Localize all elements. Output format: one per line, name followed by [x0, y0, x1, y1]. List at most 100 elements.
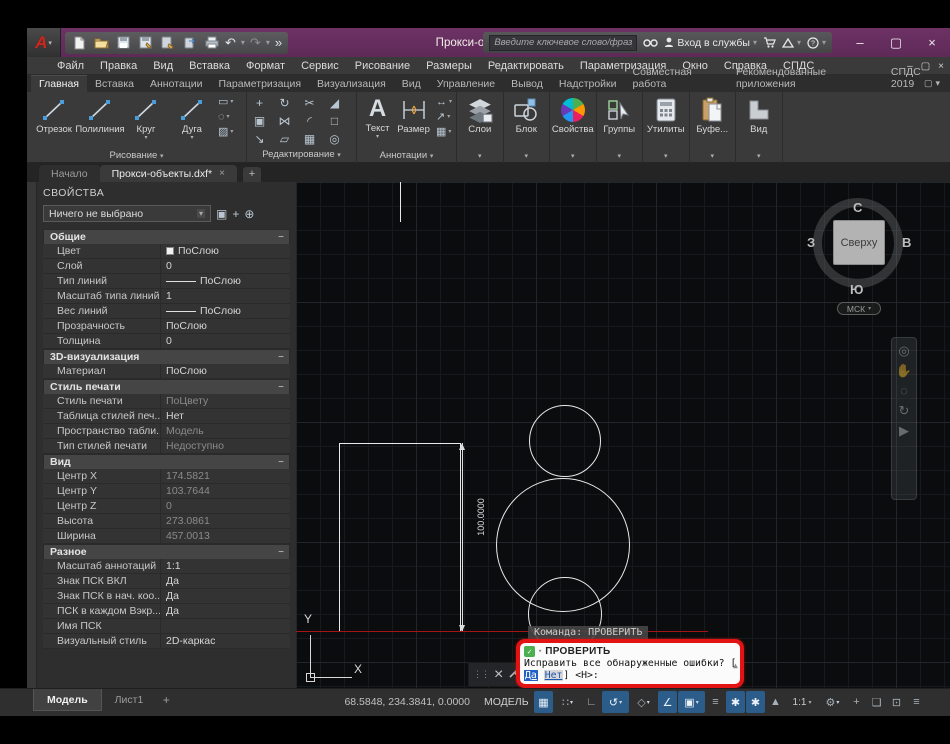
toolbar-more-icon[interactable]: » — [275, 35, 282, 51]
sign-in-button[interactable]: Вход в службы ▾ — [664, 37, 757, 49]
option-no[interactable]: Нет — [543, 670, 564, 681]
block-panel-button[interactable]: Блок ▾ — [504, 92, 550, 163]
hatch-tool-icon[interactable]: ▨ ▾ — [218, 126, 233, 139]
viewcube-south[interactable]: Ю — [850, 282, 863, 297]
help-icon[interactable]: ? ▾ — [807, 36, 826, 49]
chevron-down-icon[interactable]: ▾ — [538, 647, 542, 655]
explode-tool-icon[interactable]: □ — [331, 114, 338, 128]
utilities-panel-button[interactable]: Утилиты ▾ — [643, 92, 690, 163]
polyline-tool[interactable]: Полилиния ▾ — [75, 96, 125, 141]
property-row[interactable]: Высота 273.0861 — [43, 514, 290, 529]
ribbon-tab[interactable]: Параметризация — [211, 76, 310, 92]
menu-item[interactable]: Правка — [92, 57, 145, 75]
app-menu-button[interactable]: A ▾ — [27, 28, 61, 57]
ribbon-tab[interactable]: Визуализация — [309, 76, 394, 92]
isodraft-icon[interactable]: ◇ ▾ — [630, 691, 657, 713]
scale-tool-icon[interactable]: ▱ — [280, 132, 289, 146]
save-as-icon[interactable] — [137, 35, 154, 51]
print-icon[interactable] — [203, 35, 220, 51]
circle-tool[interactable]: Круг ▾ — [123, 96, 169, 141]
property-row[interactable]: Знак ПСК в нач. коо... Да — [43, 589, 290, 604]
property-row[interactable]: Толщина 0 — [43, 334, 290, 349]
annotation-scale-flag-icon[interactable]: ▲ ▾ — [766, 691, 785, 713]
redo-icon[interactable]: ↷ — [250, 35, 261, 51]
ribbon-tab[interactable]: Вставка — [87, 76, 142, 92]
table-icon[interactable]: ▦ ▾ — [436, 126, 452, 139]
viewcube-north[interactable]: С — [853, 200, 862, 215]
dimension-style-icon[interactable]: ↔ ▾ — [436, 96, 452, 109]
select-objects-icon[interactable]: + — [232, 207, 239, 221]
viewcube-west[interactable]: З — [807, 235, 815, 250]
quick-select-icon[interactable]: ⊕ — [244, 207, 254, 221]
groups-panel-button[interactable]: Группы ▾ — [597, 92, 643, 163]
file-tab-start[interactable]: Начало — [39, 165, 100, 182]
erase-tool-icon[interactable]: ◢ — [330, 96, 339, 110]
snap-mode-icon[interactable]: ∷ ▾ — [554, 691, 581, 713]
file-tab-active[interactable]: Прокси-объекты.dxf* × — [99, 165, 237, 182]
property-row[interactable]: Центр X 174.5821 — [43, 469, 290, 484]
property-row[interactable]: Имя ПСК — [43, 619, 290, 634]
clipboard-panel-button[interactable]: Буфе... ▾ — [690, 92, 736, 163]
zoom-icon[interactable]: ◌ — [900, 384, 908, 398]
object-snap-icon[interactable]: ▣ ▾ — [678, 691, 705, 713]
show-motion-icon[interactable]: ▶ — [899, 424, 909, 438]
panel-title-edit[interactable]: Редактирование ▾ — [247, 148, 356, 162]
offset-tool-icon[interactable]: ◎ — [329, 132, 339, 146]
rotate-tool-icon[interactable]: ↻ — [279, 96, 289, 110]
drawn-rectangle[interactable] — [339, 443, 461, 632]
property-row[interactable]: Стиль печати ПоЦвету — [43, 394, 290, 409]
mirror-tool-icon[interactable]: ⋈ — [279, 114, 291, 128]
copy-tool-icon[interactable]: ▣ — [254, 114, 265, 128]
polar-tracking-icon[interactable]: ↺ ▾ — [602, 691, 629, 713]
property-row[interactable]: Прозрачность ПоСлою — [43, 319, 290, 334]
ellipse-tool-icon[interactable]: ◌ ▾ — [218, 111, 233, 124]
app-store-cart-icon[interactable] — [763, 37, 776, 48]
properties-panel-button[interactable]: Свойства ▾ — [550, 92, 597, 163]
ribbon-tab[interactable]: Главная — [31, 75, 87, 92]
ribbon-tab[interactable]: Вид — [394, 76, 429, 92]
move-tool-icon[interactable]: + — [256, 96, 263, 110]
property-row[interactable]: ПСК в каждом Вэкр... Да — [43, 604, 290, 619]
ortho-mode-icon[interactable]: ∟ ▾ — [582, 691, 601, 713]
menu-item[interactable]: Рисование — [347, 57, 418, 75]
layers-panel-button[interactable]: Слои ▾ — [457, 92, 504, 163]
property-row[interactable]: Тип стилей печати Недоступно — [43, 439, 290, 454]
new-layout-button[interactable]: + — [156, 689, 176, 711]
palette-grip[interactable] — [27, 182, 37, 688]
ribbon-display-toggle[interactable]: ▢ ▾ — [924, 78, 940, 89]
property-row[interactable]: Материал ПоСлою — [43, 364, 290, 379]
command-check-icon[interactable]: ✓ — [524, 645, 535, 657]
menu-item[interactable]: Вставка — [181, 57, 238, 75]
property-row[interactable]: Центр Z 0 — [43, 499, 290, 514]
property-row[interactable]: Центр Y 103.7644 — [43, 484, 290, 499]
property-row[interactable]: Ширина 457.0013 — [43, 529, 290, 544]
open-file-icon[interactable] — [93, 35, 110, 51]
chevron-down-icon[interactable]: ▾ — [241, 38, 245, 47]
undo-icon[interactable]: ↶ — [225, 35, 236, 51]
a360-connect-icon[interactable]: ▾ — [781, 37, 801, 48]
property-row[interactable]: Знак ПСК ВКЛ Да — [43, 574, 290, 589]
drawing-canvas[interactable]: 100.0000 Y X С З В Ю Сверху МСК ▾ ◎ ✋ ◌ ↻ ▶ К… — [296, 182, 950, 688]
clean-screen-icon[interactable]: + ▾ — [847, 691, 866, 713]
ribbon-tab[interactable]: Рекомендованные приложения — [728, 64, 883, 92]
new-drawing-tab-button[interactable]: + — [242, 167, 261, 182]
property-row[interactable]: Цвет ПоСлою — [43, 244, 290, 259]
annotation-scale-button[interactable]: 1:1 ▾ — [786, 691, 818, 713]
search-input[interactable] — [489, 34, 638, 51]
export-icon[interactable] — [181, 35, 198, 51]
property-row[interactable]: Масштаб типа линий 1 — [43, 289, 290, 304]
leader-icon[interactable]: ↗ ▾ — [436, 111, 452, 124]
property-row[interactable]: Пространство табли... Модель — [43, 424, 290, 439]
menu-item[interactable]: Размеры — [418, 57, 480, 75]
menu-item[interactable]: Редактировать — [480, 57, 572, 75]
customization-gear-icon[interactable]: ⚙ ▾ — [819, 691, 846, 713]
panel-title-annotation[interactable]: Аннотации ▾ — [357, 149, 456, 163]
steering-wheel-icon[interactable]: ◎ — [898, 344, 909, 358]
drawn-circle-small-top[interactable] — [529, 405, 601, 477]
wcs-menu-button[interactable]: МСК ▾ — [837, 302, 881, 315]
chevron-down-icon[interactable]: ▾ — [266, 38, 270, 47]
menu-item[interactable]: Сервис — [293, 57, 347, 75]
pan-icon[interactable]: ✋ — [896, 364, 912, 378]
close-icon[interactable]: × — [219, 168, 225, 179]
drawn-line[interactable] — [400, 182, 401, 222]
